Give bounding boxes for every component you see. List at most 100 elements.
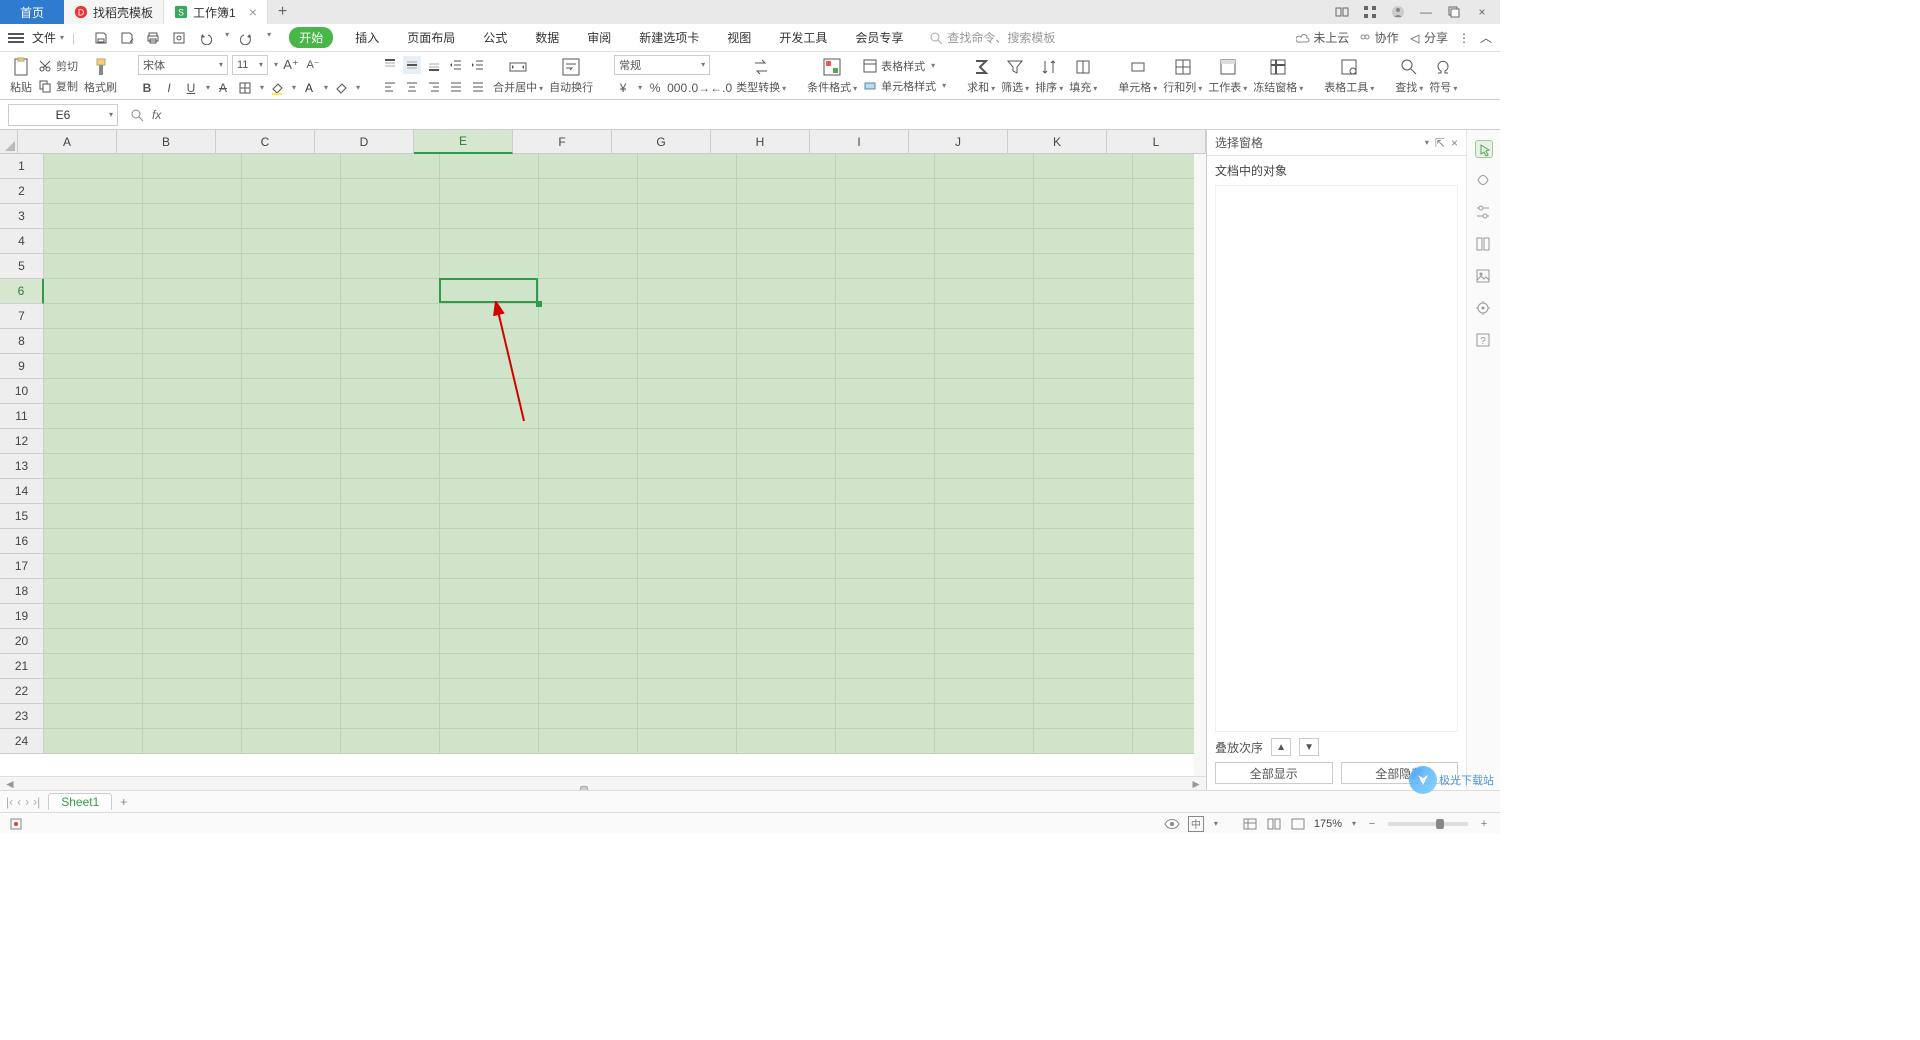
cell-J16[interactable] (935, 529, 1034, 554)
formula-input[interactable] (169, 104, 1492, 126)
cell-B15[interactable] (143, 504, 242, 529)
table-style-button[interactable]: 表格样式▾ (863, 58, 946, 74)
cell-J5[interactable] (935, 254, 1034, 279)
cell-K5[interactable] (1034, 254, 1133, 279)
cell-I13[interactable] (836, 454, 935, 479)
cell-F4[interactable] (539, 229, 638, 254)
cell-I12[interactable] (836, 429, 935, 454)
cell-A12[interactable] (44, 429, 143, 454)
cell-G2[interactable] (638, 179, 737, 204)
zoom-slider[interactable] (1388, 822, 1468, 826)
cell-D6[interactable] (341, 279, 440, 304)
cell-G7[interactable] (638, 304, 737, 329)
row-col-button[interactable]: 行和列▾ (1163, 57, 1202, 95)
cell-A5[interactable] (44, 254, 143, 279)
cell-E19[interactable] (440, 604, 539, 629)
cell-G18[interactable] (638, 579, 737, 604)
cell-H20[interactable] (737, 629, 836, 654)
distribute-icon[interactable] (469, 78, 487, 96)
col-header-H[interactable]: H (711, 130, 810, 154)
cell-C9[interactable] (242, 354, 341, 379)
cell-F15[interactable] (539, 504, 638, 529)
cell-D10[interactable] (341, 379, 440, 404)
cell-E12[interactable] (440, 429, 539, 454)
cell-I7[interactable] (836, 304, 935, 329)
cell-E11[interactable] (440, 404, 539, 429)
cell-F7[interactable] (539, 304, 638, 329)
cell-E3[interactable] (440, 204, 539, 229)
format-painter-button[interactable]: 格式刷 (84, 57, 117, 95)
undo-dropdown[interactable]: ▾ (225, 30, 229, 46)
cell-G19[interactable] (638, 604, 737, 629)
row-header-22[interactable]: 22 (0, 679, 44, 704)
copy-button[interactable]: 复制 (38, 78, 78, 94)
cell-G6[interactable] (638, 279, 737, 304)
border-button[interactable] (236, 79, 254, 97)
tab-member[interactable]: 会员专享 (849, 27, 909, 48)
cell-E2[interactable] (440, 179, 539, 204)
fill-color-button[interactable] (268, 79, 286, 97)
row-header-24[interactable]: 24 (0, 729, 44, 754)
cell-K2[interactable] (1034, 179, 1133, 204)
sort-button[interactable]: 排序▾ (1035, 57, 1063, 95)
row-header-17[interactable]: 17 (0, 554, 44, 579)
cell-J14[interactable] (935, 479, 1034, 504)
more-icon[interactable]: ⋮ (1458, 31, 1470, 45)
undo-icon[interactable] (197, 30, 213, 46)
cell-K13[interactable] (1034, 454, 1133, 479)
cell-A16[interactable] (44, 529, 143, 554)
cell-B24[interactable] (143, 729, 242, 754)
cell-K15[interactable] (1034, 504, 1133, 529)
row-header-6[interactable]: 6 (0, 279, 44, 304)
cell-A10[interactable] (44, 379, 143, 404)
cell-F2[interactable] (539, 179, 638, 204)
row-header-1[interactable]: 1 (0, 154, 44, 179)
cell-H4[interactable] (737, 229, 836, 254)
cell-J3[interactable] (935, 204, 1034, 229)
align-middle-icon[interactable] (403, 56, 421, 74)
vertical-scrollbar[interactable] (1194, 154, 1206, 776)
cell-C2[interactable] (242, 179, 341, 204)
cell-D8[interactable] (341, 329, 440, 354)
image-rail-icon[interactable] (1475, 268, 1493, 286)
cell-G3[interactable] (638, 204, 737, 229)
cell-B17[interactable] (143, 554, 242, 579)
cell-C4[interactable] (242, 229, 341, 254)
cell-D22[interactable] (341, 679, 440, 704)
select-tool-icon[interactable] (1475, 140, 1493, 158)
tab-data[interactable]: 数据 (529, 27, 565, 48)
row-header-21[interactable]: 21 (0, 654, 44, 679)
cell-J11[interactable] (935, 404, 1034, 429)
type-convert-button[interactable]: 类型转换▾ (736, 57, 786, 95)
view-break-icon[interactable] (1290, 816, 1306, 832)
cell-C21[interactable] (242, 654, 341, 679)
cell-D19[interactable] (341, 604, 440, 629)
pin-icon[interactable]: ⇱ (1435, 136, 1445, 150)
cell-B16[interactable] (143, 529, 242, 554)
cell-F11[interactable] (539, 404, 638, 429)
row-header-15[interactable]: 15 (0, 504, 44, 529)
cell-C10[interactable] (242, 379, 341, 404)
location-rail-icon[interactable] (1475, 300, 1493, 318)
cell-A19[interactable] (44, 604, 143, 629)
cell-I3[interactable] (836, 204, 935, 229)
comma-icon[interactable]: 000 (668, 79, 686, 97)
tab-start[interactable]: 开始 (289, 27, 333, 48)
cell-J19[interactable] (935, 604, 1034, 629)
cell-B12[interactable] (143, 429, 242, 454)
cell-B4[interactable] (143, 229, 242, 254)
underline-button[interactable]: U (182, 79, 200, 97)
row-header-18[interactable]: 18 (0, 579, 44, 604)
row-header-8[interactable]: 8 (0, 329, 44, 354)
clear-format-button[interactable] (332, 79, 350, 97)
cell-C16[interactable] (242, 529, 341, 554)
cell-A17[interactable] (44, 554, 143, 579)
cell-G4[interactable] (638, 229, 737, 254)
cell-A15[interactable] (44, 504, 143, 529)
cell-C5[interactable] (242, 254, 341, 279)
cell-I8[interactable] (836, 329, 935, 354)
cell-B2[interactable] (143, 179, 242, 204)
cell-J12[interactable] (935, 429, 1034, 454)
collab-button[interactable]: 协作 (1359, 29, 1398, 46)
strike-button[interactable]: A (214, 79, 232, 97)
